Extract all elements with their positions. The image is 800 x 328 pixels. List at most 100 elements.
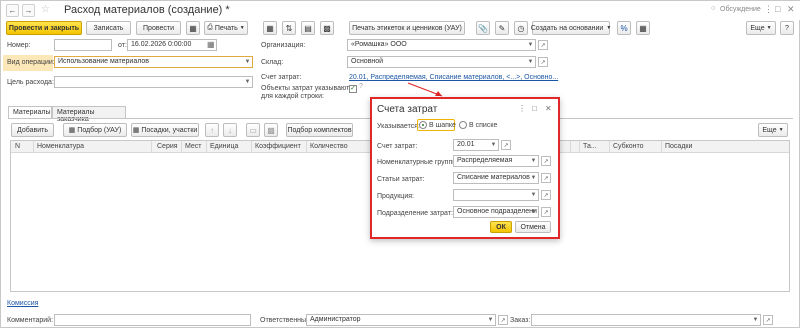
chevron-down-icon[interactable]: ▼ [526, 57, 535, 67]
tab-customer-materials[interactable]: Материалы заказчика [52, 106, 126, 123]
printer-icon: ⎙ [207, 24, 213, 31]
commission-link[interactable]: Комиссия [7, 300, 38, 307]
tab-materials[interactable]: Материалы [8, 106, 52, 118]
column-ta[interactable]: Та... [583, 143, 597, 150]
save-button[interactable]: Записать [86, 21, 131, 35]
number-field[interactable] [54, 39, 112, 51]
print-labels-button[interactable]: Печать этикеток и ценников (УАУ) [349, 21, 465, 35]
move-up-icon[interactable]: ↑ [205, 123, 219, 137]
calendar-icon[interactable]: ▦ [207, 40, 215, 49]
paste-icon[interactable]: ▩ [264, 123, 278, 137]
ok-button[interactable]: ОК [490, 221, 512, 233]
create-based-on-button[interactable]: Создать на основании ▼ [531, 21, 611, 35]
operation-field[interactable]: Использование материалов [54, 56, 253, 68]
post-and-close-button[interactable]: Провести и закрыть [6, 21, 82, 35]
maximize-icon[interactable]: □ [532, 104, 537, 113]
date-field[interactable]: 16.02.2026 0:00:00 [127, 39, 217, 51]
print-button[interactable]: ⎙ Печать ▼ [204, 21, 248, 35]
batches-button[interactable]: ▦ Посадки, участки [131, 123, 199, 137]
cost-accounts-dialog: Счета затрат ⋮ □ ✕ Указывается: В шапке … [370, 97, 560, 239]
kebab-icon[interactable]: ⋮ [518, 104, 526, 113]
chevron-down-icon[interactable]: ▼ [529, 156, 538, 166]
organization-field[interactable]: «Ромашка» ООО [347, 39, 536, 51]
table-icon[interactable]: ▦ [263, 21, 277, 35]
warehouse-field[interactable]: Основной [347, 56, 536, 68]
purpose-field[interactable] [54, 76, 253, 88]
chevron-down-icon[interactable]: ▼ [529, 173, 538, 183]
radio-in-header[interactable] [419, 121, 427, 129]
link-icon[interactable]: ↗ [538, 57, 548, 67]
column-batches[interactable]: Посадки [665, 143, 692, 150]
copy-icon[interactable]: ▭ [246, 123, 260, 137]
comment-field[interactable] [54, 314, 251, 326]
radio-in-list[interactable] [459, 121, 467, 129]
link-icon[interactable]: ↗ [538, 40, 548, 50]
responsible-field[interactable]: Администратор [306, 314, 496, 326]
document-window: ← → ☆ Расход материалов (создание) * ○ О… [0, 0, 800, 328]
link-icon[interactable]: ↗ [541, 207, 551, 217]
clock-icon[interactable]: ◷ [514, 21, 528, 35]
help-icon[interactable]: ? [780, 21, 794, 35]
table-more-button[interactable]: Еще ▼ [758, 123, 788, 137]
link-icon[interactable]: ↗ [541, 156, 551, 166]
pick-icon: ▦ [68, 127, 76, 134]
document-icon[interactable]: ▤ [301, 21, 315, 35]
link-icon[interactable]: ↗ [763, 315, 773, 325]
grid-icon[interactable]: ▩ [320, 21, 334, 35]
chevron-down-icon[interactable]: ▼ [243, 77, 252, 87]
percent-icon[interactable]: % [617, 21, 631, 35]
edit-icon[interactable]: ✎ [495, 21, 509, 35]
radio-in-header-label[interactable]: В шапке [429, 122, 456, 129]
attach-icon[interactable]: 📎 [476, 21, 490, 35]
order-field[interactable] [531, 314, 761, 326]
cancel-button[interactable]: Отмена [515, 221, 551, 233]
column-coefficient[interactable]: Коэффициент [255, 143, 301, 150]
more-button[interactable]: Еще ▼ [746, 21, 776, 35]
link-icon[interactable]: ↗ [498, 315, 508, 325]
star-icon[interactable]: ☆ [41, 4, 50, 15]
chevron-down-icon[interactable]: ▼ [529, 190, 538, 200]
maximize-icon[interactable]: □ [775, 4, 780, 14]
chevron-down-icon[interactable]: ▼ [751, 315, 760, 325]
discussion-label[interactable]: Обсуждение [720, 6, 761, 13]
comment-label: Комментарий: [7, 317, 54, 324]
link-icon[interactable]: ↗ [541, 190, 551, 200]
close-icon[interactable]: ✕ [787, 4, 795, 15]
radio-in-list-label[interactable]: В списке [469, 122, 497, 129]
column-places[interactable]: Мест [185, 143, 202, 150]
nom-groups-field[interactable]: Распределяемая [453, 155, 539, 167]
products-field[interactable] [453, 189, 539, 201]
column-n[interactable]: N [15, 143, 20, 150]
objects-label-line2: для каждой строки: [261, 93, 324, 100]
report-icon[interactable]: ▦ [186, 21, 200, 35]
department-field[interactable]: Основное подразделени [453, 206, 539, 218]
discussion-icon[interactable]: ○ [711, 5, 715, 12]
column-subconto[interactable]: Субконто [613, 143, 644, 150]
dt-kt-icon[interactable]: ⇅ [282, 21, 296, 35]
column-unit[interactable]: Единица [210, 143, 238, 150]
link-icon[interactable]: ↗ [501, 140, 511, 150]
chevron-down-icon[interactable]: ▼ [489, 140, 498, 150]
compare-icon[interactable]: ▦ [636, 21, 650, 35]
chevron-down-icon[interactable]: ▼ [486, 315, 495, 325]
add-row-button[interactable]: Добавить [11, 123, 54, 137]
column-nomenclature[interactable]: Номенклатура [37, 143, 84, 150]
close-icon[interactable]: ✕ [545, 104, 552, 113]
chevron-down-icon[interactable]: ▼ [526, 40, 535, 50]
help-icon[interactable]: ? [359, 83, 363, 90]
cost-account-link[interactable]: 20.01, Распределяемая, Списание материал… [349, 74, 558, 81]
forward-arrow-icon[interactable]: → [22, 4, 35, 17]
column-quantity[interactable]: Количество [310, 143, 348, 150]
chevron-down-icon[interactable]: ▼ [243, 57, 252, 67]
kebab-icon[interactable]: ⋮ [764, 4, 773, 15]
column-series[interactable]: Серия [157, 143, 178, 150]
link-icon[interactable]: ↗ [541, 173, 551, 183]
kit-pick-button[interactable]: Подбор комплектов [286, 123, 353, 137]
post-button[interactable]: Провести [136, 21, 181, 35]
back-arrow-icon[interactable]: ← [6, 4, 19, 17]
cost-items-field[interactable]: Списание материалов [453, 172, 539, 184]
objects-per-row-checkbox[interactable]: ✓ [349, 85, 357, 93]
chevron-down-icon[interactable]: ▼ [529, 207, 538, 217]
pick-button[interactable]: ▦ Подбор (УАУ) [63, 123, 127, 137]
move-down-icon[interactable]: ↓ [223, 123, 237, 137]
